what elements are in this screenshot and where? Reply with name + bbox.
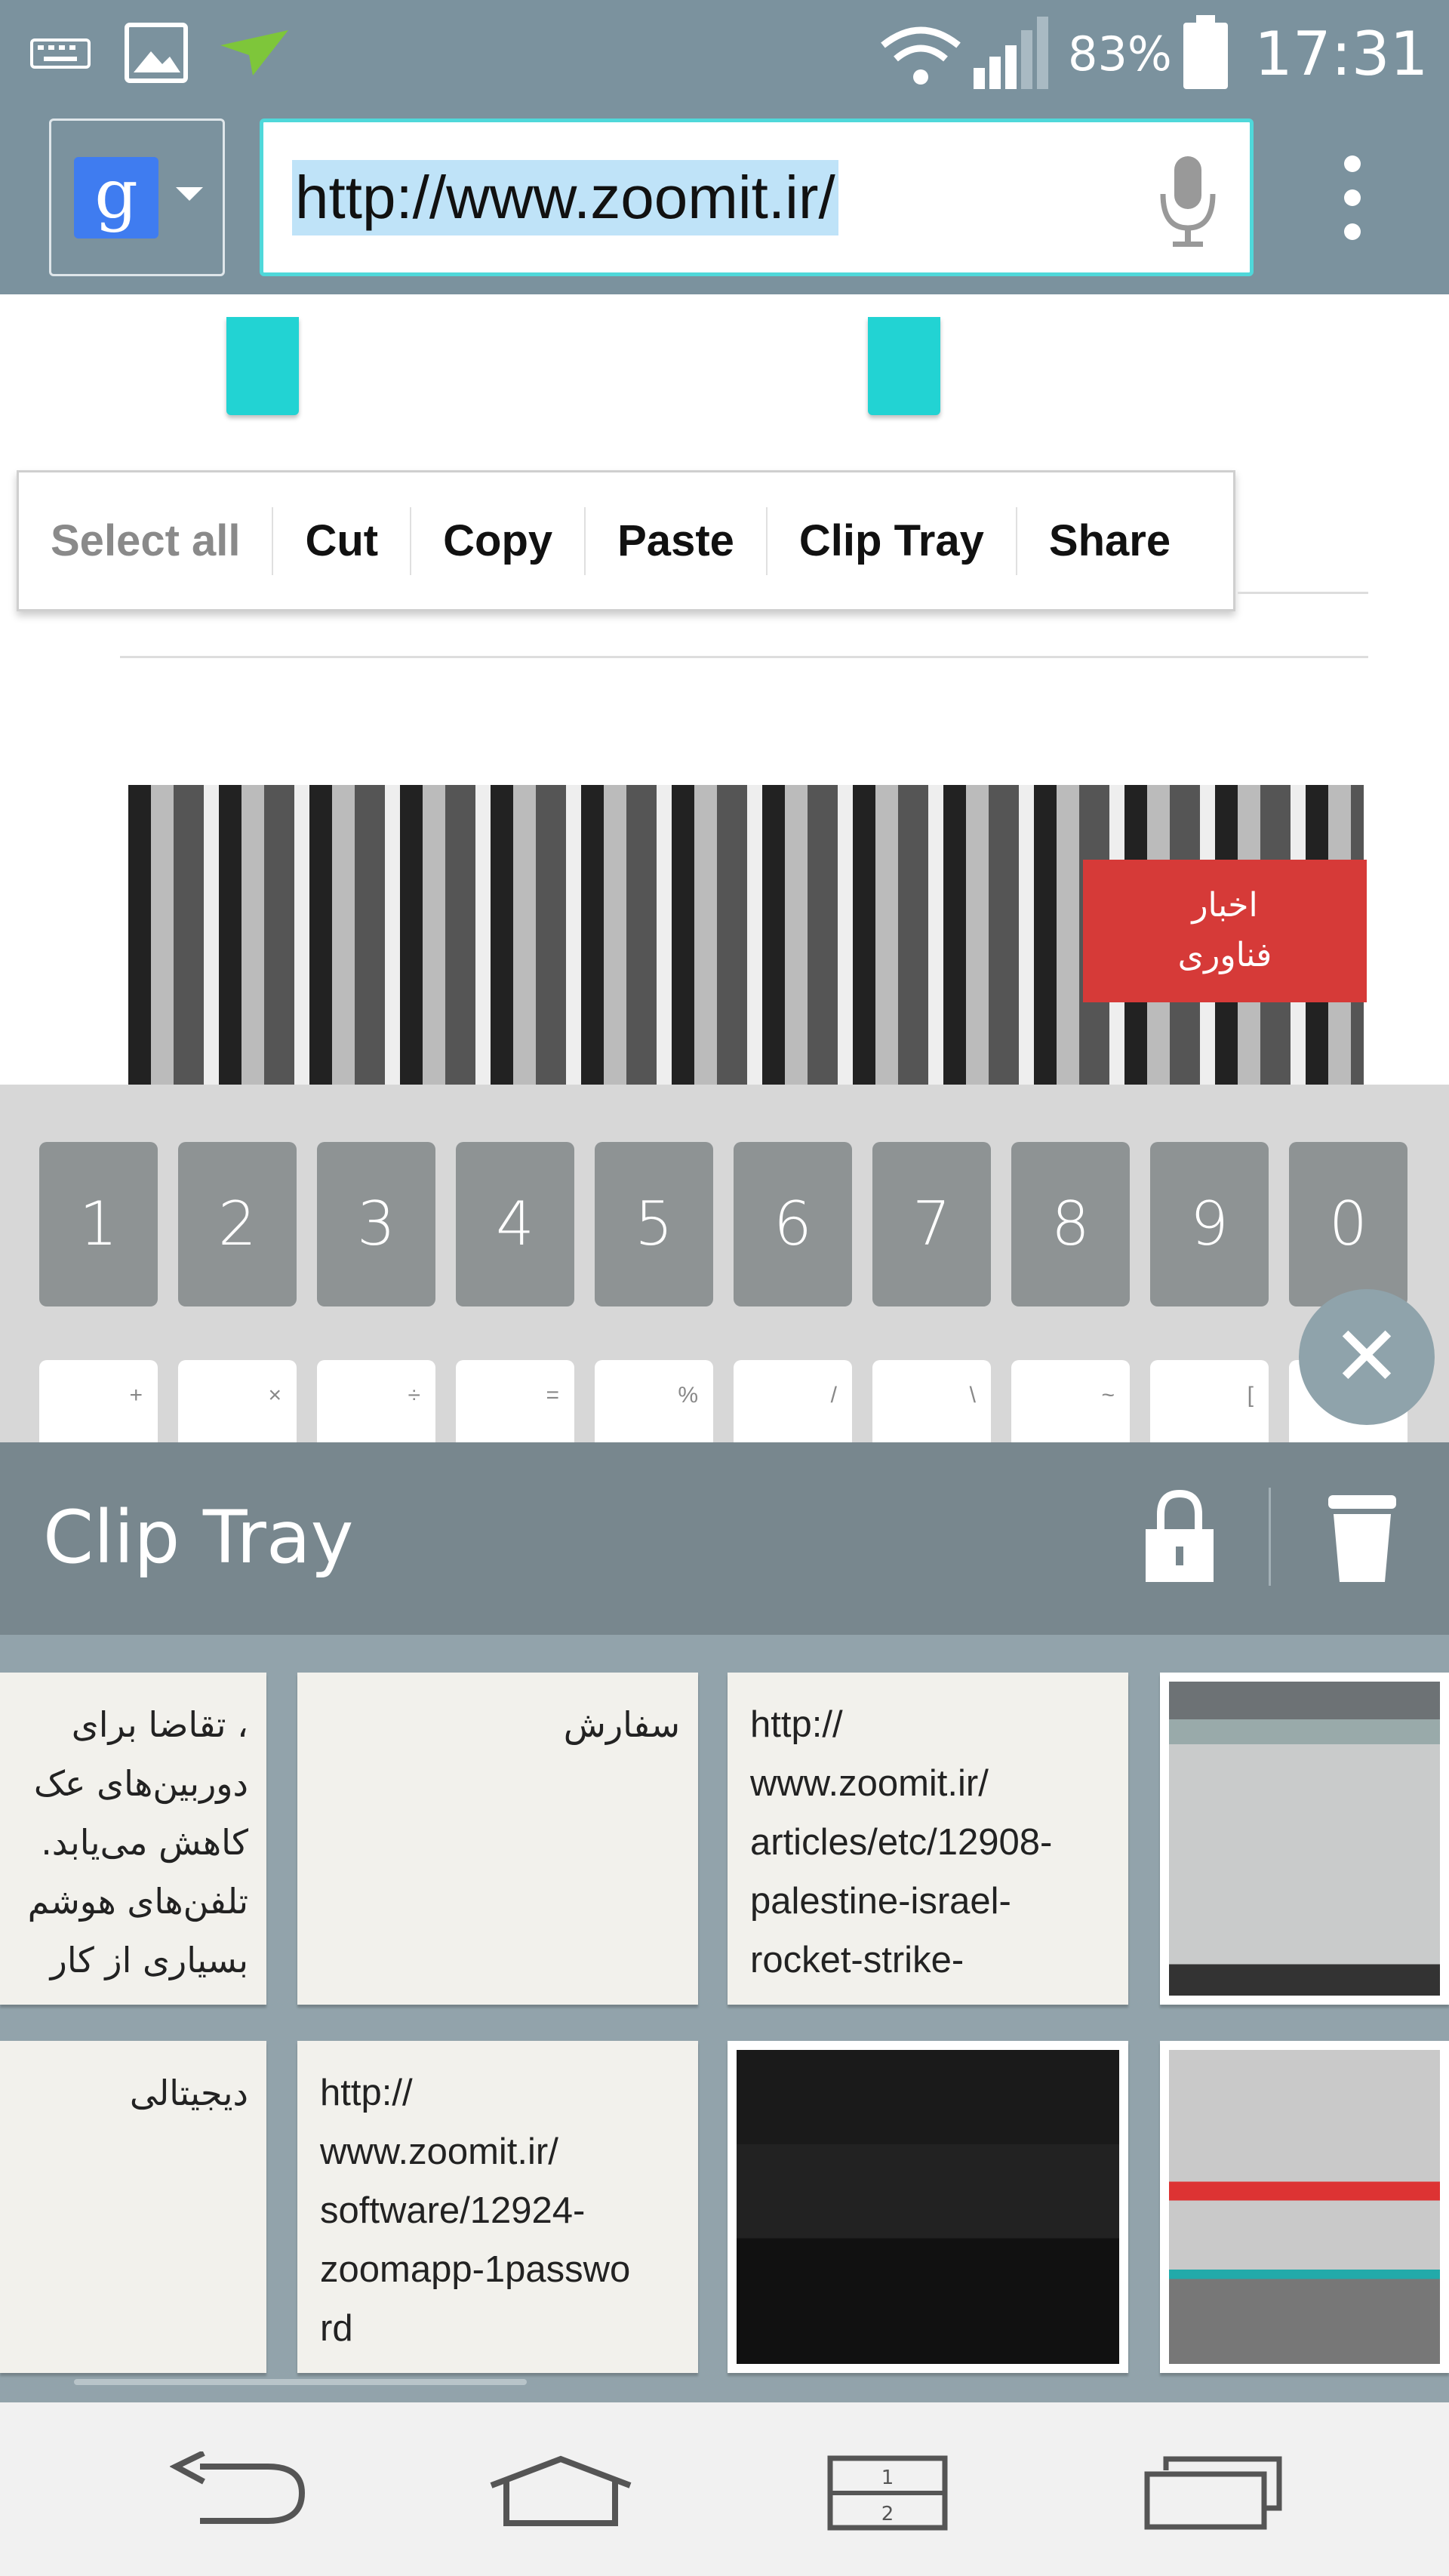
clip-text: دیجیتالی [0, 2041, 266, 2145]
clip-item[interactable]: http:// www.zoomit.ir/articles/etc/12908-… [728, 1673, 1128, 2005]
scrollbar[interactable] [74, 2379, 527, 2385]
key-0[interactable]: 0 [1289, 1142, 1407, 1306]
badge-line: فناوری [1177, 936, 1272, 974]
clock: 17:31 [1254, 19, 1429, 89]
clip-text: http:// www.zoomit.ir/software/12924- zoom… [297, 2041, 698, 2373]
clip-item[interactable] [1160, 1673, 1449, 2005]
clip-item[interactable]: سفارش [297, 1673, 698, 2005]
clip-thumbnail [737, 2050, 1119, 2364]
menu-clip-tray[interactable]: Clip Tray [768, 506, 1017, 575]
text-selection-menu: Select all Cut Copy Paste Clip Tray Shar… [17, 470, 1235, 611]
clip-text-line: ، تقاضا برای [71, 1704, 248, 1745]
clip-text-line: تلفن‌های هوشم [27, 1881, 248, 1922]
clip-text-line: rd [320, 2308, 353, 2349]
menu-cut[interactable]: Cut [273, 506, 412, 575]
menu-copy[interactable]: Copy [411, 506, 586, 575]
menu-paste[interactable]: Paste [586, 506, 768, 575]
url-text[interactable]: http://www.zoomit.ir/ [292, 160, 838, 235]
signal-icon [974, 15, 1057, 94]
divider [1269, 1488, 1271, 1586]
key-7[interactable]: 7 [872, 1142, 991, 1306]
clip-text-line: palestine-israel- [750, 1881, 1011, 1922]
clip-text-line: articles/etc/12908- [750, 1822, 1053, 1863]
clip-text-line: دیجیتالی [129, 2073, 248, 2113]
clip-text: ، تقاضا برای دوربین‌های عک کاهش می‌یابد. تل… [0, 1673, 266, 2005]
clip-item[interactable]: دیجیتالی [0, 2041, 266, 2373]
clip-item[interactable]: ، تقاضا برای دوربین‌های عک کاهش می‌یابد. تل… [0, 1673, 266, 2005]
divider [1238, 592, 1368, 594]
clip-text-line: zoomapp-1passwo [320, 2249, 631, 2290]
url-input[interactable]: http://www.zoomit.ir/ [260, 118, 1254, 276]
clip-item[interactable]: http:// www.zoomit.ir/software/12924- zoom… [297, 2041, 698, 2373]
lock-icon[interactable] [1142, 1488, 1217, 1590]
key-8[interactable]: 8 [1011, 1142, 1130, 1306]
key-1[interactable]: 1 [39, 1142, 158, 1306]
keyboard-icon [30, 34, 91, 75]
clip-thumbnail [1169, 1682, 1440, 1996]
wifi-icon [879, 23, 962, 91]
clip-text-line: بسیاری از کار [50, 1940, 248, 1980]
back-icon[interactable] [169, 2450, 309, 2534]
clip-text: http:// www.zoomit.ir/articles/etc/12908-… [728, 1673, 1128, 2005]
battery-icon [1181, 15, 1230, 94]
badge-line: اخبار [1192, 886, 1258, 925]
clip-text-line: http:// [750, 1704, 843, 1745]
clip-text: سفارش [297, 1673, 698, 1777]
clip-tray-grid: ، تقاضا برای دوربین‌های عک کاهش می‌یابد. تل… [0, 1635, 1449, 2402]
clip-item[interactable] [728, 2041, 1128, 2373]
clip-tray-header: Clip Tray [0, 1442, 1449, 1635]
key-3[interactable]: 3 [317, 1142, 435, 1306]
clip-text-line: www.zoomit.ir/ [750, 1763, 989, 1804]
keyboard: 1 2 3 4 5 6 7 8 9 0 + × ÷ =% / \ ~[ [0, 1085, 1449, 1466]
mic-icon[interactable] [1154, 152, 1222, 254]
key-5[interactable]: 5 [595, 1142, 713, 1306]
dual-window-icon[interactable]: 12 [827, 2455, 948, 2534]
key-4[interactable]: 4 [456, 1142, 574, 1306]
clip-text-line: دوربین‌های عک [33, 1763, 248, 1804]
close-icon[interactable]: ✕ [1299, 1289, 1435, 1425]
clip-text-line: www.zoomit.ir/ [320, 2131, 558, 2172]
divider [120, 656, 1368, 658]
trash-icon[interactable] [1324, 1488, 1400, 1590]
battery-percent: 83% [1068, 26, 1172, 82]
clip-thumbnail [1169, 2050, 1440, 2364]
search-engine-button[interactable]: g [49, 118, 225, 276]
clip-text-line: rocket-strike- [750, 1940, 964, 1980]
menu-share[interactable]: Share [1017, 507, 1202, 575]
navigation-bar: 12 [0, 2402, 1449, 2576]
overflow-menu-icon[interactable] [1340, 155, 1365, 245]
clip-tray-title: Clip Tray [43, 1495, 354, 1580]
menu-select-all[interactable]: Select all [19, 506, 274, 575]
category-badge[interactable]: اخبار فناوری [1083, 860, 1367, 1002]
key-2[interactable]: 2 [178, 1142, 297, 1306]
selection-handle-start[interactable] [226, 317, 299, 415]
clip-text-line: software/12924- [320, 2190, 586, 2231]
svg-text:2: 2 [881, 2503, 894, 2525]
clip-text-line: سفارش [563, 1704, 680, 1745]
recent-apps-icon[interactable] [1143, 2455, 1283, 2534]
svg-text:1: 1 [881, 2467, 894, 2489]
google-icon: g [74, 157, 158, 239]
top-bar: 83% 17:31 g http://www.zoomit.ir/ [0, 0, 1449, 294]
clip-text-line: http:// [320, 2073, 413, 2113]
send-icon [219, 26, 291, 83]
clip-text-line: کاهش می‌یابد. [41, 1822, 248, 1863]
chevron-down-icon [176, 187, 203, 201]
selection-handle-end[interactable] [868, 317, 940, 415]
key-9[interactable]: 9 [1150, 1142, 1269, 1306]
key-6[interactable]: 6 [734, 1142, 852, 1306]
home-icon[interactable] [485, 2455, 636, 2531]
image-icon [125, 23, 189, 87]
clip-item[interactable] [1160, 2041, 1449, 2373]
